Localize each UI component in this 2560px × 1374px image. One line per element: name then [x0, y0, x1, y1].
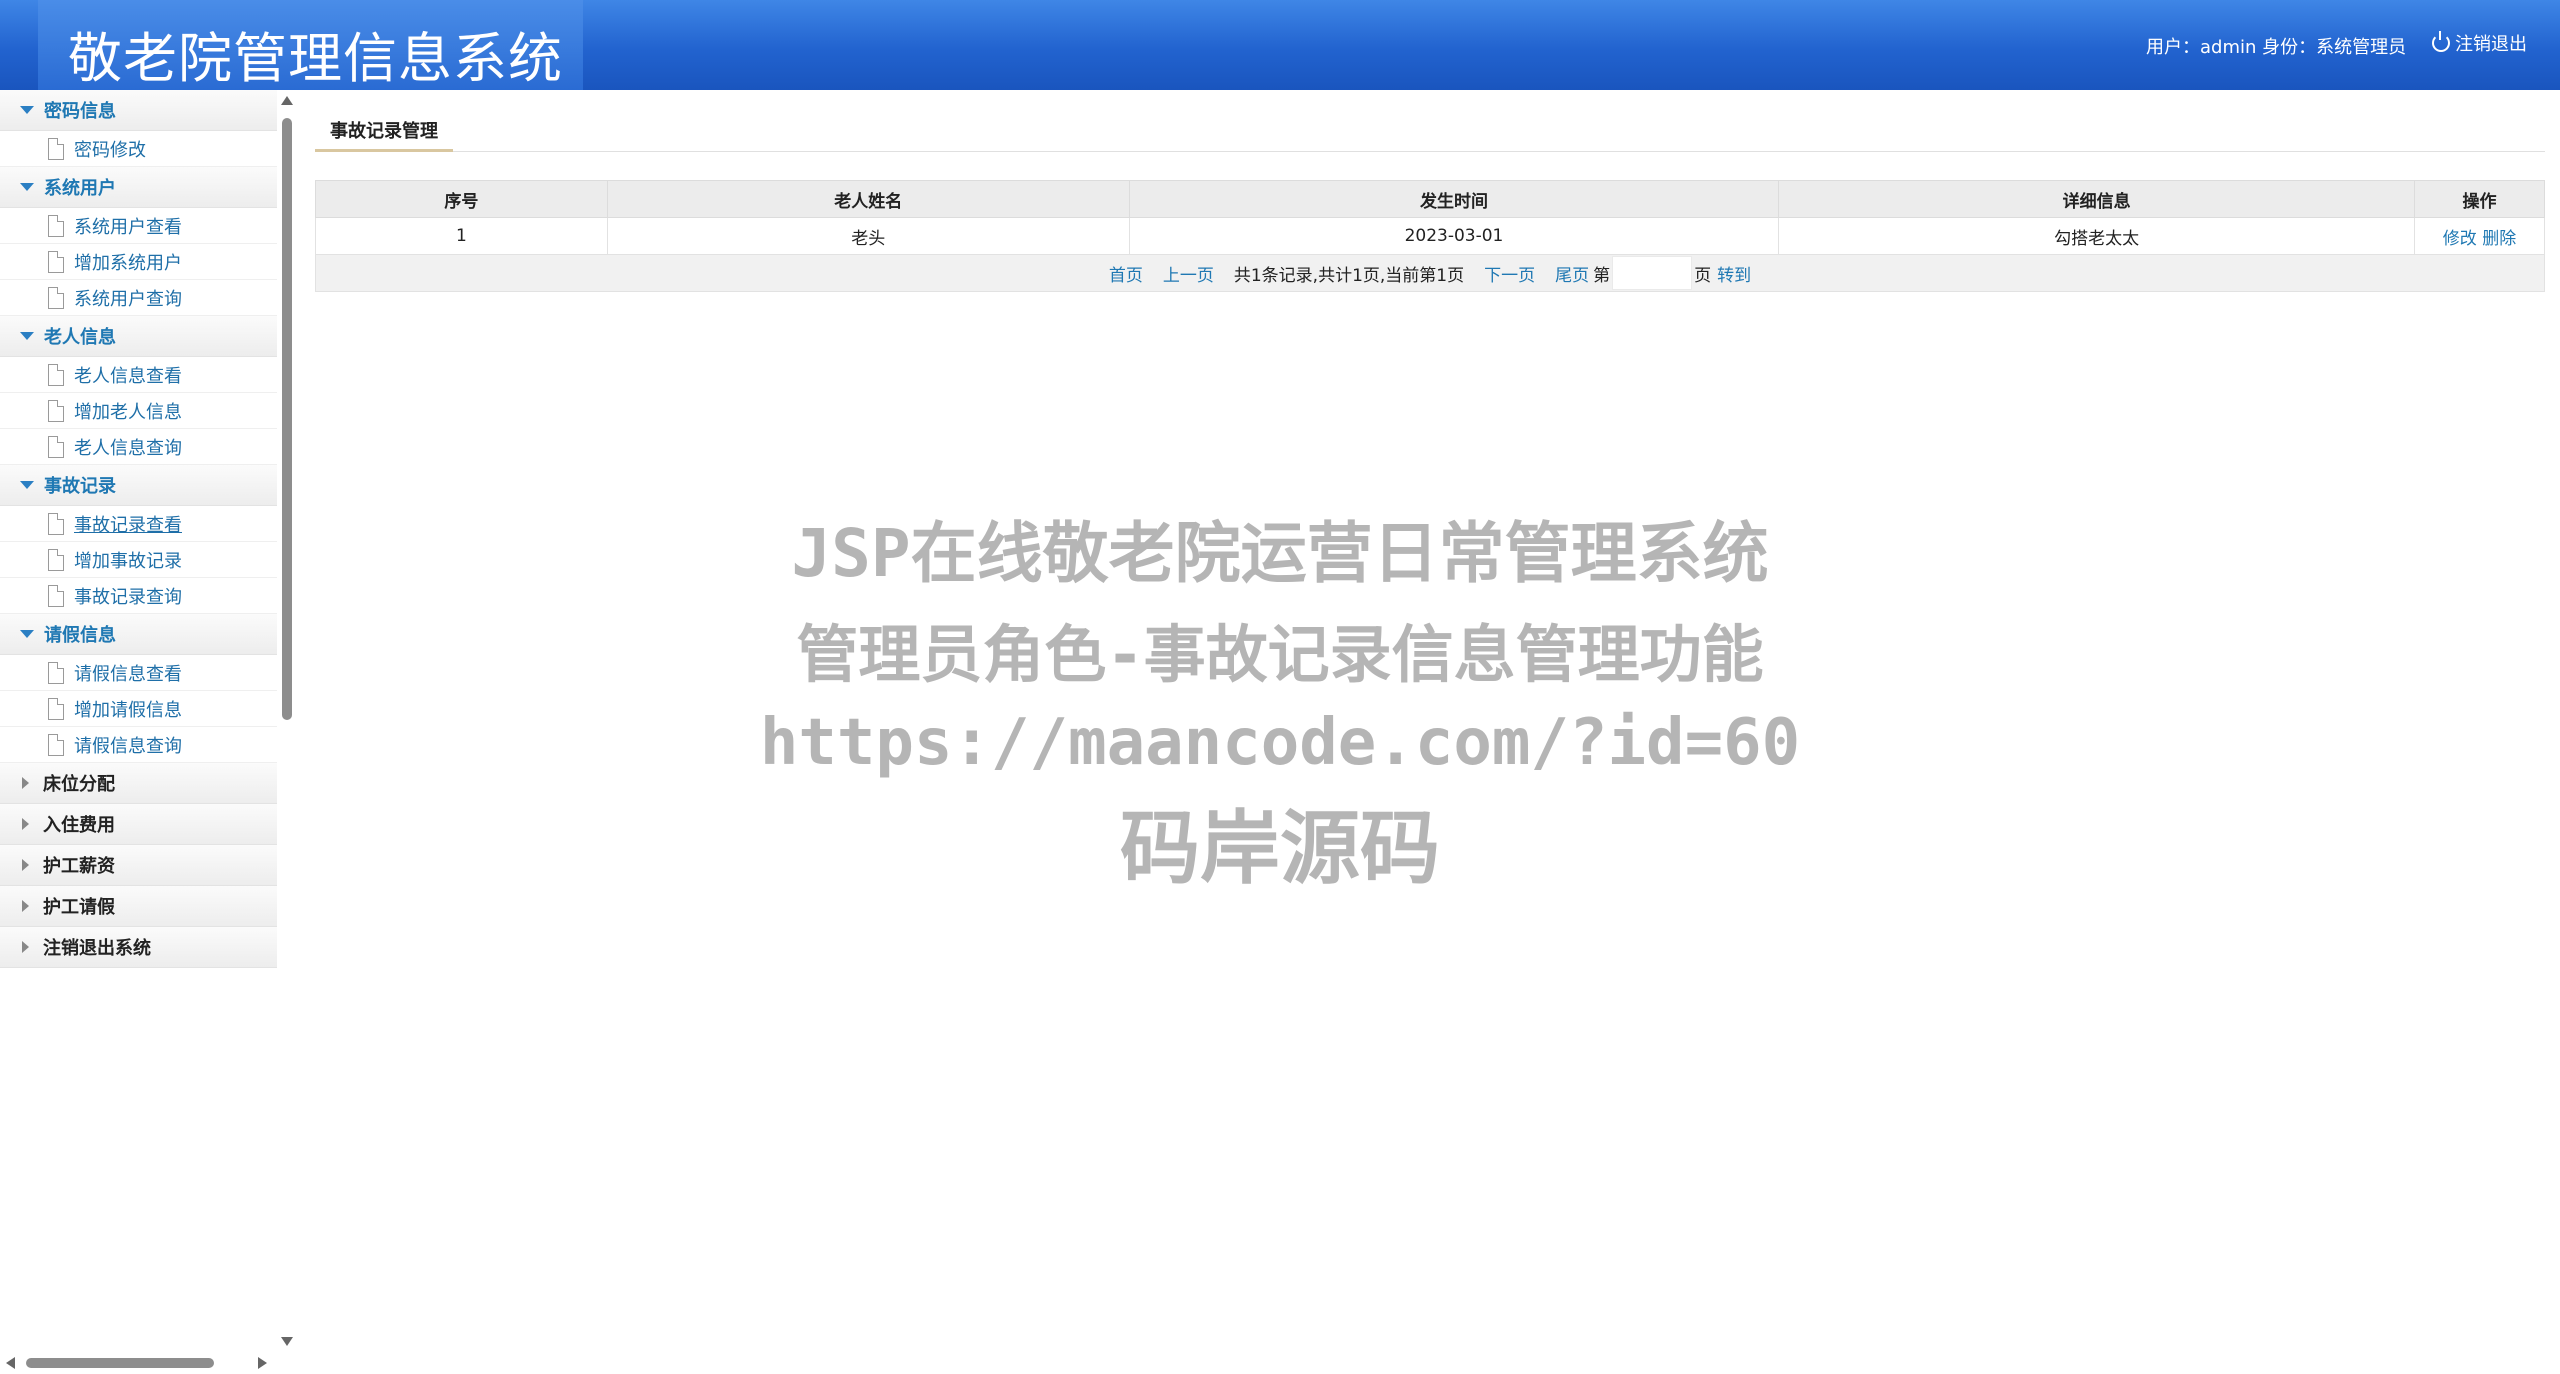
logout-button[interactable]: 注销退出	[2432, 30, 2527, 56]
chevron-down-icon	[20, 106, 34, 114]
app-title: 敬老院管理信息系统	[68, 27, 563, 90]
document-icon	[48, 137, 64, 160]
accident-table: 序号 老人姓名 发生时间 详细信息 操作 1 老头 2023-03-01 勾搭老…	[315, 180, 2545, 292]
cell-name: 老头	[606, 217, 1130, 255]
cell-actions: 修改 删除	[2414, 217, 2545, 255]
sidebar-section-label: 注销退出系统	[43, 938, 151, 959]
delete-link[interactable]: 删除	[2482, 229, 2516, 249]
sidebar-item-elderly-add[interactable]: 增加老人信息	[0, 393, 277, 429]
cell-detail: 勾搭老太太	[1778, 217, 2416, 255]
sidebar-section-system-users[interactable]: 系统用户	[0, 167, 277, 208]
sidebar-section-logout-system[interactable]: 注销退出系统	[0, 927, 277, 968]
column-header-name: 老人姓名	[606, 180, 1130, 218]
scrollbar-thumb[interactable]	[26, 1358, 214, 1368]
watermark-subtitle: 管理员角色-事故记录信息管理功能	[796, 618, 1764, 691]
sidebar-item-system-user-view[interactable]: 系统用户查看	[0, 208, 277, 244]
sidebar-section-label: 老人信息	[44, 327, 116, 348]
document-icon	[48, 435, 64, 458]
cell-index: 1	[315, 217, 608, 255]
scroll-right-arrow-icon[interactable]	[258, 1357, 267, 1369]
watermark-url: https://maancode.com/?id=60	[759, 706, 1801, 780]
column-header-actions: 操作	[2414, 180, 2545, 218]
sidebar-item-label: 老人信息查询	[74, 437, 182, 459]
pager-row: 首页 上一页 共1条记录,共计1页,当前第1页 下一页 尾页 第 页 转到	[315, 254, 2545, 292]
document-icon	[48, 214, 64, 237]
document-icon	[48, 399, 64, 422]
column-header-detail: 详细信息	[1778, 180, 2416, 218]
edit-link[interactable]: 修改	[2443, 229, 2477, 249]
document-icon	[48, 250, 64, 273]
sidebar-section-label: 系统用户	[44, 178, 116, 199]
user-info: 用户：admin 身份：系统管理员	[2146, 37, 2407, 58]
column-header-index: 序号	[315, 180, 608, 218]
first-page-link[interactable]: 首页	[1109, 261, 1143, 286]
logout-label: 注销退出	[2455, 34, 2527, 55]
tab-bar: 事故记录管理	[315, 100, 2545, 152]
sidebar-item-label: 密码修改	[74, 139, 146, 161]
sidebar-item-elderly-view[interactable]: 老人信息查看	[0, 357, 277, 393]
scroll-left-arrow-icon[interactable]	[6, 1357, 15, 1369]
chevron-down-icon	[20, 332, 34, 340]
table-header-row: 序号 老人姓名 发生时间 详细信息 操作	[315, 180, 2545, 218]
tab-accident-management[interactable]: 事故记录管理	[315, 110, 453, 152]
page-number-input[interactable]	[1612, 256, 1693, 290]
sidebar-item-system-user-query[interactable]: 系统用户查询	[0, 280, 277, 316]
sidebar-section-elderly-info[interactable]: 老人信息	[0, 316, 277, 357]
sidebar-item-label: 系统用户查询	[74, 288, 182, 310]
scroll-up-arrow-icon[interactable]	[281, 96, 293, 105]
go-to-page-link[interactable]: 转到	[1717, 261, 1751, 286]
page-prefix: 第	[1593, 265, 1611, 286]
document-icon	[48, 363, 64, 386]
document-icon	[48, 286, 64, 309]
scroll-down-arrow-icon[interactable]	[281, 1337, 293, 1346]
chevron-down-icon	[20, 183, 34, 191]
sidebar-item-label: 老人信息查看	[74, 365, 182, 387]
last-page-link[interactable]: 尾页	[1555, 261, 1589, 286]
app-logo: 敬老院管理信息系统	[38, 0, 583, 90]
cell-time: 2023-03-01	[1128, 217, 1780, 255]
sidebar-section-label: 事故记录	[44, 476, 116, 497]
sidebar-item-label: 系统用户查看	[74, 216, 182, 238]
sidebar-horizontal-scrollbar[interactable]	[0, 1352, 277, 1374]
sidebar-item-system-user-add[interactable]: 增加系统用户	[0, 244, 277, 280]
pager-cell: 首页 上一页 共1条记录,共计1页,当前第1页 下一页 尾页 第 页 转到	[315, 254, 2545, 292]
table-row: 1 老头 2023-03-01 勾搭老太太 修改 删除	[315, 217, 2545, 255]
sidebar-section-label: 密码信息	[44, 101, 116, 122]
watermark-brand: 码岸源码	[1120, 802, 1440, 895]
sidebar-item-label: 增加系统用户	[74, 252, 182, 274]
sidebar-item-label: 增加老人信息	[74, 401, 182, 423]
pager-summary: 共1条记录,共计1页,当前第1页	[1233, 265, 1465, 286]
chevron-right-icon	[22, 900, 29, 912]
prev-page-link[interactable]: 上一页	[1163, 261, 1214, 286]
column-header-time: 发生时间	[1128, 180, 1780, 218]
page-suffix: 页	[1694, 265, 1712, 286]
main-content: 事故记录管理 序号 老人姓名 发生时间 详细信息 操作 1 老头 2023-03…	[315, 100, 2545, 292]
sidebar-item-password-change[interactable]: 密码修改	[0, 131, 277, 167]
sidebar-section-password[interactable]: 密码信息	[0, 90, 277, 131]
watermark-title: JSP在线敬老院运营日常管理系统	[791, 515, 1769, 592]
next-page-link[interactable]: 下一页	[1484, 261, 1535, 286]
chevron-down-icon	[20, 481, 34, 489]
chevron-right-icon	[22, 941, 29, 953]
sidebar-item-elderly-query[interactable]: 老人信息查询	[0, 429, 277, 465]
app-header: 敬老院管理信息系统 用户：admin 身份：系统管理员 注销退出	[0, 0, 2560, 90]
power-icon	[2432, 31, 2450, 52]
pagination: 首页 上一页 共1条记录,共计1页,当前第1页 下一页 尾页 第 页 转到	[316, 256, 2544, 290]
